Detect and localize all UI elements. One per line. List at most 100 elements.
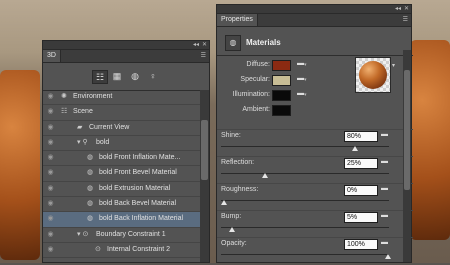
tree-item-label: Environment <box>73 93 113 100</box>
tree-item-icon: ◍ <box>87 184 94 192</box>
tree-item-label: Scene <box>73 108 93 116</box>
panel-3d-titlebar[interactable]: ◂◂ ✕ <box>43 41 209 50</box>
scene-filter-icon[interactable]: ☷ <box>92 70 108 84</box>
param-slider-knob[interactable] <box>221 200 227 205</box>
tree-item-icon: ✺ <box>61 93 67 100</box>
panel-properties-titlebar[interactable]: ◂◂ ✕ <box>217 5 411 14</box>
visibility-eye-icon[interactable]: ◉ <box>46 90 55 104</box>
tree-row[interactable]: ◉ ◍ bold Front Bevel Material <box>43 166 200 182</box>
visibility-eye-icon[interactable]: ◉ <box>46 166 55 180</box>
tree-item-label: Internal Constraint 2 <box>107 245 171 253</box>
param-slider-track[interactable] <box>221 227 389 228</box>
visibility-eye-icon[interactable]: ◉ <box>46 121 55 135</box>
texture-folder-icon[interactable]: ▬ <box>381 212 388 219</box>
scrollbar-thumb[interactable] <box>201 120 208 180</box>
collapse-icon[interactable]: ◂◂ <box>395 5 401 13</box>
texture-folder-icon[interactable]: ▬ <box>297 90 304 97</box>
param-slider-track[interactable] <box>221 146 389 147</box>
scrollbar-thumb[interactable] <box>404 70 410 190</box>
param-row: Opacity: 100% ▬ <box>217 237 413 265</box>
texture-folder-icon[interactable]: ▬ <box>381 158 388 165</box>
dropdown-icon[interactable]: ▾ <box>304 77 307 83</box>
close-icon[interactable]: ✕ <box>404 5 409 13</box>
tab-3d[interactable]: 3D <box>43 50 61 62</box>
tree-row[interactable]: ◉ ▾ ⊙ Boundary Constraint 1 <box>43 228 200 243</box>
param-slider-track[interactable] <box>221 200 389 201</box>
visibility-eye-icon[interactable]: ◉ <box>46 136 55 150</box>
dropdown-icon[interactable]: ▾ <box>304 62 307 68</box>
color-swatch[interactable] <box>272 90 291 101</box>
tree-row[interactable]: ◉ ▾ ⚲ bold <box>43 136 200 152</box>
tree-row[interactable]: ◉ ✺ Environment <box>43 90 200 106</box>
tree-row[interactable]: ◉ ◍ bold Back Bevel Material <box>43 197 200 213</box>
visibility-eye-icon[interactable]: ◉ <box>46 105 55 119</box>
param-slider-knob[interactable] <box>352 146 359 151</box>
param-slider-knob[interactable] <box>262 173 268 178</box>
visibility-eye-icon[interactable]: ◉ <box>46 197 55 211</box>
param-value-input[interactable]: 80% <box>344 131 378 142</box>
param-value-input[interactable]: 25% <box>344 158 378 169</box>
color-label: Diffuse: <box>246 61 270 68</box>
visibility-eye-icon[interactable]: ◉ <box>46 151 55 165</box>
tree-item-icon: ◍ <box>87 154 94 162</box>
scene-tree-scrollbar[interactable] <box>200 90 209 262</box>
panel-3d-tabbar: 3D ☰ <box>43 50 209 63</box>
param-value-input[interactable]: 0% <box>344 185 378 196</box>
material-preview[interactable] <box>355 57 391 93</box>
color-swatch[interactable] <box>272 60 291 71</box>
param-label: Opacity: <box>221 240 247 247</box>
tree-item-icon: ▾ ⚲ <box>77 138 88 146</box>
tree-item-label: bold Front Bevel Material <box>99 169 177 177</box>
properties-scrollbar[interactable] <box>403 50 411 262</box>
param-row: Shine: 80% ▬ <box>217 129 413 157</box>
param-value-input[interactable]: 5% <box>344 212 378 223</box>
param-slider-knob[interactable] <box>229 227 236 232</box>
scene-tree: ◉ ✺ Environment ◉ ☷ Scene ◉ ▰ Current View ◉ ▾ ⚲ bo… <box>43 90 200 259</box>
close-icon[interactable]: ✕ <box>202 41 207 49</box>
texture-folder-icon[interactable]: ▬ <box>297 60 304 67</box>
filter-toolbar: ☷ ▦ ◍ ♀ <box>43 63 209 91</box>
tree-row[interactable]: ◉ ◍ bold Front Inflation Mate... <box>43 151 200 167</box>
tree-item-icon: ▾ ⊙ <box>77 230 89 238</box>
tree-row[interactable]: ◉ ◍ bold Back Inflation Material <box>43 212 200 228</box>
tree-item-icon: ☷ <box>61 108 68 116</box>
tree-item-label: bold Back Bevel Material <box>99 200 177 208</box>
texture-folder-icon[interactable]: ▬ <box>381 239 388 246</box>
param-slider-track[interactable] <box>221 173 389 174</box>
color-label: Illumination: <box>232 91 270 98</box>
material-picker-dropdown-icon[interactable]: ▾ <box>392 62 398 69</box>
light-filter-icon[interactable]: ♀ <box>146 70 160 82</box>
param-slider-track[interactable] <box>221 254 389 255</box>
texture-folder-icon[interactable]: ▬ <box>297 75 304 82</box>
tree-row[interactable]: ◉ ☷ Scene <box>43 105 200 121</box>
mesh-filter-icon[interactable]: ▦ <box>110 70 124 82</box>
param-label: Bump: <box>221 213 242 220</box>
tree-row[interactable]: ◉ ⊙ Internal Constraint 2 <box>43 243 200 259</box>
panel-menu-icon[interactable]: ☰ <box>403 17 408 23</box>
color-swatch[interactable] <box>272 75 291 86</box>
dropdown-icon[interactable]: ▾ <box>304 92 307 98</box>
color-label: Specular: <box>240 76 270 83</box>
collapse-icon[interactable]: ◂◂ <box>193 41 199 49</box>
visibility-eye-icon[interactable]: ◉ <box>46 228 55 242</box>
param-value-input[interactable]: 100% <box>344 239 378 250</box>
tree-item-label: bold <box>96 138 110 146</box>
material-filter-icon[interactable]: ◍ <box>128 70 142 82</box>
tree-item-label: bold Back Inflation Material <box>99 215 184 223</box>
param-slider-knob[interactable] <box>385 254 391 259</box>
tree-item-label: Boundary Constraint 1 <box>96 230 166 238</box>
tree-item-icon: ◍ <box>87 169 94 177</box>
visibility-eye-icon[interactable]: ◉ <box>46 243 55 257</box>
panel-menu-icon[interactable]: ☰ <box>201 53 206 59</box>
color-swatch[interactable] <box>272 105 291 116</box>
tab-properties[interactable]: Properties <box>217 14 258 26</box>
param-row: Reflection: 25% ▬ <box>217 156 413 184</box>
tree-row[interactable]: ◉ ▰ Current View <box>43 121 200 136</box>
tree-row[interactable]: ◉ ◍ bold Extrusion Material <box>43 182 200 198</box>
visibility-eye-icon[interactable]: ◉ <box>46 182 55 196</box>
texture-folder-icon[interactable]: ▬ <box>381 131 388 138</box>
visibility-eye-icon[interactable]: ◉ <box>46 212 55 226</box>
texture-folder-icon[interactable]: ▬ <box>381 185 388 192</box>
param-label: Reflection: <box>221 159 255 166</box>
tree-item-icon: ◍ <box>87 215 94 223</box>
